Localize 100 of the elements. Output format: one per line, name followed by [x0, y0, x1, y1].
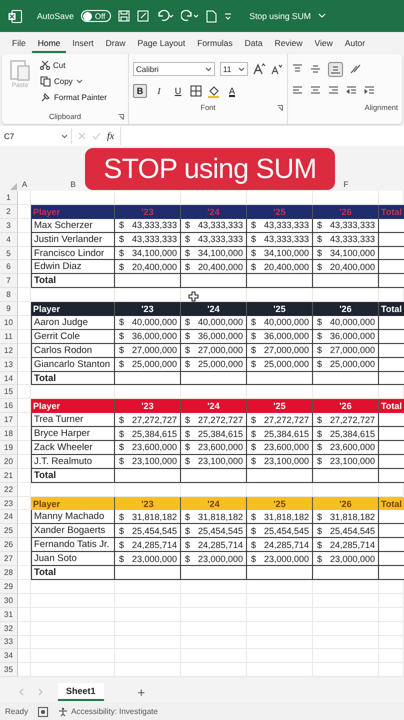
row-header[interactable]: 18 — [0, 427, 18, 442]
font-name-dropdown[interactable]: Calibri — [133, 62, 215, 76]
file-name[interactable]: Stop using SUM — [249, 11, 311, 21]
row-header[interactable]: 12 — [0, 344, 18, 358]
new-document-icon[interactable] — [206, 10, 218, 22]
name-box[interactable]: C7 — [4, 128, 72, 144]
row-header[interactable]: 25 — [0, 524, 18, 538]
row-header[interactable]: 1 — [0, 191, 18, 205]
menu-tab[interactable]: Formulas — [191, 34, 239, 52]
row-header[interactable]: 24 — [0, 510, 18, 524]
bold-button[interactable]: B — [133, 84, 147, 98]
orientation-icon[interactable] — [350, 64, 363, 74]
row-header[interactable]: 35 — [0, 663, 18, 678]
redo-icon[interactable] — [181, 10, 200, 22]
menu-tab[interactable]: File — [6, 34, 32, 52]
row-header[interactable]: 8 — [0, 288, 18, 302]
row-header[interactable]: 34 — [0, 649, 18, 664]
dialog-launcher-icon[interactable] — [277, 104, 283, 110]
insert-function-button[interactable]: fx — [107, 130, 114, 142]
row-header[interactable]: 7 — [0, 274, 18, 288]
row-header[interactable]: 23 — [0, 496, 18, 510]
row-header[interactable]: 9 — [0, 302, 18, 316]
table-header-cell: '26 — [313, 496, 379, 510]
column-header[interactable]: A — [22, 180, 28, 189]
row-header[interactable]: 13 — [0, 358, 18, 372]
autosave-toggle[interactable]: Off — [80, 10, 112, 22]
grid-cell — [18, 260, 31, 274]
borders-icon[interactable] — [190, 85, 202, 97]
table-cell: $ 23,000,000 — [313, 552, 379, 566]
row-header[interactable]: 10 — [0, 316, 18, 330]
table-cell — [181, 274, 247, 288]
middle-align-icon[interactable] — [310, 64, 321, 74]
row-header[interactable]: 6 — [0, 260, 18, 274]
sheet-tab[interactable]: Sheet1 — [58, 683, 104, 701]
menu-tab[interactable]: Data — [238, 34, 269, 52]
italic-button[interactable]: I — [152, 84, 166, 98]
menu-tab[interactable]: Insert — [66, 34, 100, 52]
menu-tab[interactable]: Autor — [338, 34, 372, 52]
row-header[interactable]: 21 — [0, 468, 18, 483]
menu-tab[interactable]: Page Layout — [132, 34, 192, 52]
table-cell — [115, 274, 181, 288]
cut-button[interactable]: Cut — [40, 58, 107, 72]
row-header[interactable]: 29 — [0, 580, 18, 594]
column-header[interactable]: B — [70, 180, 76, 189]
row-header[interactable]: 28 — [0, 566, 18, 580]
row-header[interactable]: 17 — [0, 413, 18, 428]
row-header[interactable]: 22 — [0, 482, 18, 497]
row-header[interactable]: 14 — [0, 372, 18, 386]
table-cell: $ 34,100,000 — [247, 246, 313, 260]
copy-button[interactable]: Copy — [40, 74, 107, 88]
check-icon[interactable] — [92, 132, 101, 140]
row-header[interactable]: 16 — [0, 399, 18, 414]
row-header[interactable]: 11 — [0, 330, 18, 344]
grid-cell — [18, 344, 31, 358]
grid-cell — [18, 608, 31, 622]
underline-button[interactable]: U — [171, 84, 185, 98]
align-center-icon[interactable] — [310, 86, 321, 96]
fill-color-icon[interactable] — [207, 84, 220, 98]
align-right-icon[interactable] — [328, 86, 339, 96]
column-header[interactable]: F — [344, 180, 348, 189]
row-header[interactable]: 30 — [0, 594, 18, 608]
chevron-down-icon[interactable] — [318, 13, 326, 19]
menu-tab[interactable]: Review — [268, 34, 309, 52]
top-align-icon[interactable] — [292, 64, 303, 74]
decrease-indent-icon[interactable] — [346, 86, 357, 96]
row-header[interactable]: 2 — [0, 204, 18, 219]
accessibility-status[interactable]: Accessibility: Investigate — [58, 706, 158, 716]
row-header[interactable]: 20 — [0, 454, 18, 469]
row-header[interactable]: 31 — [0, 608, 18, 622]
add-sheet-button[interactable]: + — [138, 684, 146, 700]
dialog-launcher-icon[interactable] — [118, 114, 124, 120]
row-header[interactable]: 26 — [0, 538, 18, 552]
decrease-font-size-icon[interactable] — [271, 64, 282, 74]
increase-font-size-icon[interactable] — [253, 63, 266, 75]
row-header[interactable]: 19 — [0, 441, 18, 455]
grid-cell — [18, 316, 31, 330]
undo-icon[interactable] — [156, 10, 174, 22]
scissors-icon — [40, 60, 50, 70]
increase-indent-icon[interactable] — [364, 86, 375, 96]
row-header[interactable]: 27 — [0, 552, 18, 566]
row-header[interactable]: 4 — [0, 232, 18, 247]
customize-toolbar-icon[interactable] — [224, 12, 232, 20]
menu-tab[interactable]: View — [308, 34, 339, 52]
grid-cell — [18, 538, 31, 552]
row-header[interactable]: 15 — [0, 385, 18, 400]
row-header[interactable]: 3 — [0, 218, 18, 233]
font-size-dropdown[interactable]: 11 — [220, 62, 248, 76]
menu-tab[interactable]: Draw — [100, 34, 132, 52]
align-left-icon[interactable] — [292, 86, 303, 96]
macro-recording-icon[interactable] — [38, 706, 48, 716]
table-cell: Edwin Diaz — [31, 260, 115, 274]
row-header[interactable]: 32 — [0, 622, 18, 636]
row-header[interactable]: 33 — [0, 636, 18, 650]
row-header[interactable]: 5 — [0, 246, 18, 260]
save-as-icon[interactable] — [137, 10, 150, 22]
table-cell: Total — [31, 566, 115, 580]
font-color-button[interactable]: A — [225, 84, 239, 98]
save-icon[interactable] — [118, 10, 130, 22]
format-painter-button[interactable]: Format Painter — [40, 90, 107, 104]
bottom-align-icon[interactable] — [328, 62, 343, 76]
